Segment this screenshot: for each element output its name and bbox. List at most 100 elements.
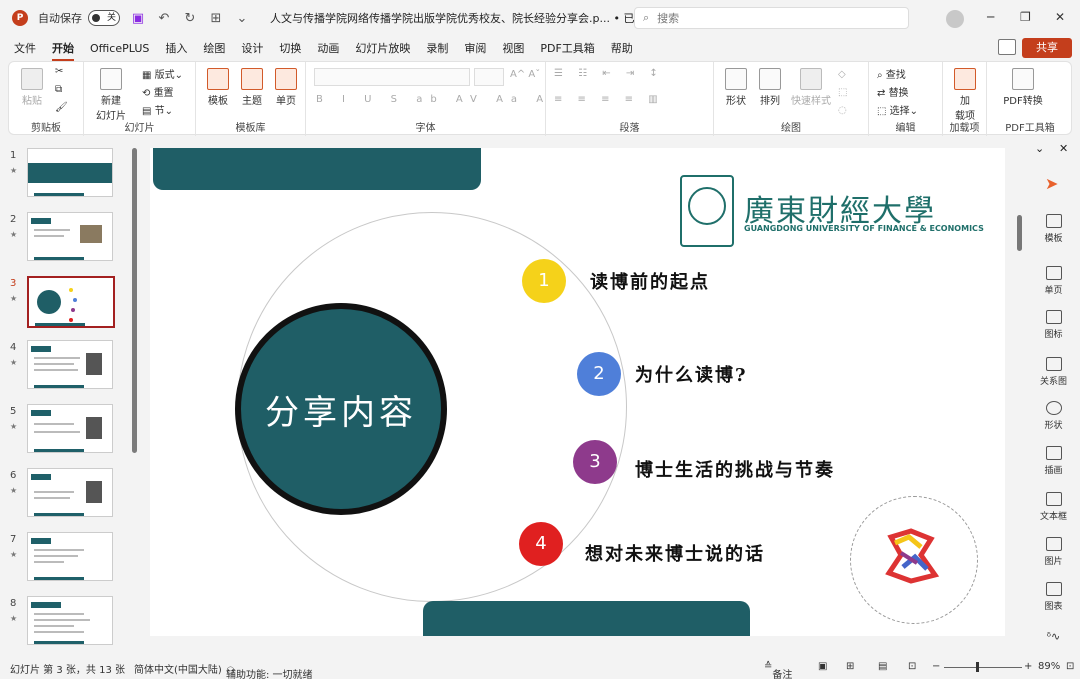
pane-item-template[interactable]: 模板 — [1027, 214, 1080, 244]
slide-canvas[interactable]: 分享内容 1 读博前的起点 2 为什么读博? 3 博士生活的挑战与节奏 4 想对… — [150, 148, 1005, 636]
tab-transitions[interactable]: 切换 — [271, 40, 309, 56]
font-size-select[interactable] — [474, 68, 504, 86]
paragraph-group-label: 段落 — [619, 123, 640, 134]
pane-item-shapes[interactable]: 形状 — [1027, 401, 1080, 431]
thumbnail-slide-8[interactable]: 8 ★ — [0, 596, 140, 652]
language-indicator[interactable]: 简体中文(中国大陆) — [134, 661, 222, 676]
thumbnail-slide-7[interactable]: 7 ★ — [0, 532, 140, 588]
item-label-4[interactable]: 想对未来博士说的话 — [585, 540, 765, 566]
item-label-2[interactable]: 为什么读博? — [635, 361, 748, 387]
item-label-1[interactable]: 读博前的起点 — [590, 268, 710, 294]
single-page-button[interactable]: 单页 — [272, 68, 300, 107]
replace-button[interactable]: ⇄ 替换 — [877, 84, 909, 99]
section-button[interactable]: ▤ 节⌄ — [142, 102, 173, 117]
slideshow-icon[interactable]: ⊡ — [908, 661, 916, 672]
thumbnail-slide-2[interactable]: 2 ★ — [0, 212, 140, 268]
thumbnail-slide-3[interactable]: 3 ★ — [0, 276, 140, 332]
autosave-toggle[interactable]: 关 — [88, 10, 120, 26]
pane-more-icon[interactable]: ᵟ∿ — [1027, 630, 1080, 647]
avatar[interactable] — [946, 10, 964, 28]
item-number-2: 2 — [577, 352, 621, 396]
template-button[interactable]: 模板 — [204, 68, 232, 107]
present-icon[interactable]: ⊞ — [208, 11, 224, 26]
theme-icon — [241, 68, 263, 90]
item-number-3: 3 — [573, 440, 617, 484]
center-title-circle[interactable]: 分享内容 — [235, 303, 447, 515]
slide-scrollbar[interactable] — [1017, 215, 1022, 251]
shape-button[interactable]: 形状 — [722, 68, 750, 107]
customize-qat-icon[interactable]: ⌄ — [234, 11, 250, 26]
pane-item-diagram[interactable]: 关系图 — [1027, 357, 1080, 387]
redo-icon[interactable]: ↻ — [182, 11, 198, 26]
copy-icon[interactable]: ⧉ — [55, 84, 62, 95]
list-icons[interactable]: ☰ ☷ ⇤ ⇥ ↕ — [554, 68, 664, 79]
tab-record[interactable]: 录制 — [418, 40, 456, 56]
tab-review[interactable]: 审阅 — [456, 40, 494, 56]
restore-button[interactable]: ❐ — [1020, 10, 1031, 24]
minimize-button[interactable]: ─ — [987, 10, 994, 24]
pane-item-textbox[interactable]: 文本框 — [1027, 492, 1080, 522]
slide-sorter-icon[interactable]: ⊞ — [846, 661, 854, 672]
tab-animations[interactable]: 动画 — [309, 40, 347, 56]
format-painter-icon[interactable]: 🖌 — [55, 102, 68, 113]
chevron-down-icon[interactable]: ⌄ — [1035, 142, 1044, 155]
zoom-level[interactable]: 89% — [1038, 661, 1060, 672]
pane-item-single-page[interactable]: 单页 — [1027, 266, 1080, 296]
tab-file[interactable]: 文件 — [6, 40, 44, 56]
pane-item-chart[interactable]: 图表 — [1027, 582, 1080, 612]
tab-officeplus[interactable]: OfficePLUS — [82, 42, 157, 55]
tab-view[interactable]: 视图 — [494, 40, 532, 56]
share-button[interactable]: 共享 — [1022, 38, 1072, 58]
align-icons[interactable]: ≡ ≡ ≡ ≡ ▥ — [554, 94, 664, 105]
layout-button[interactable]: ▦ 版式⌄ — [142, 66, 183, 81]
reset-button[interactable]: ⟲ 重置 — [142, 84, 174, 99]
arrange-button[interactable]: 排列 — [756, 68, 784, 107]
save-icon[interactable]: ▣ — [130, 11, 146, 26]
tab-help[interactable]: 帮助 — [603, 40, 641, 56]
pane-item-illustration[interactable]: 插画 — [1027, 446, 1080, 476]
zoom-out-icon[interactable]: − — [932, 661, 940, 672]
tab-design[interactable]: 设计 — [233, 40, 271, 56]
close-button[interactable]: ✕ — [1055, 10, 1065, 24]
icons-icon — [1045, 310, 1062, 324]
addins-button[interactable]: 加 载项 — [951, 68, 979, 122]
font-group-label: 字体 — [415, 123, 436, 134]
search-input[interactable]: ⌕ 搜索 — [634, 7, 909, 29]
officeplus-side-pane: ⌄ ✕ ➤ 模板 单页 图标 关系图 形状 插画 文本框 图片 图表 ᵟ∿ — [1027, 140, 1080, 656]
reading-view-icon[interactable]: ▤ — [878, 661, 887, 672]
notes-button[interactable]: ≙ 备注 — [764, 661, 792, 679]
shape-format-icons[interactable]: ◇ ⬚ ◌ — [838, 66, 847, 120]
zoom-slider-thumb[interactable] — [976, 662, 979, 672]
quick-style-button[interactable]: 快速样式 — [790, 68, 832, 107]
cut-icon[interactable]: ✂ — [55, 66, 63, 77]
thumbnail-slide-4[interactable]: 4 ★ — [0, 340, 140, 396]
fit-to-window-icon[interactable]: ⊡ — [1066, 661, 1074, 672]
thumbnail-slide-1[interactable]: 1 ★ — [0, 148, 140, 204]
theme-button[interactable]: 主题 — [238, 68, 266, 107]
font-family-select[interactable] — [314, 68, 470, 86]
zoom-in-icon[interactable]: + — [1024, 661, 1032, 672]
thumbnail-slide-5[interactable]: 5 ★ — [0, 404, 140, 460]
paste-button[interactable]: 粘贴 — [17, 68, 47, 107]
tab-home[interactable]: 开始 — [44, 40, 82, 61]
tab-pdf-tools[interactable]: PDF工具箱 — [532, 40, 602, 56]
thumbnails-scrollbar[interactable] — [132, 148, 137, 453]
new-slide-button[interactable]: 新建 幻灯片 — [94, 68, 128, 122]
tab-slideshow[interactable]: 幻灯片放映 — [347, 40, 418, 56]
comments-icon[interactable] — [998, 39, 1016, 55]
zoom-slider[interactable] — [944, 667, 1022, 668]
pdf-convert-button[interactable]: PDF转换 — [997, 68, 1049, 107]
pane-item-picture[interactable]: 图片 — [1027, 537, 1080, 567]
font-format-icons[interactable]: B I U S ab AV Aa A — [316, 94, 551, 105]
pane-item-icons[interactable]: 图标 — [1027, 310, 1080, 340]
thumbnail-slide-6[interactable]: 6 ★ — [0, 468, 140, 524]
tab-insert[interactable]: 插入 — [157, 40, 195, 56]
close-pane-icon[interactable]: ✕ — [1059, 142, 1068, 155]
undo-icon[interactable]: ↶ — [156, 11, 172, 26]
item-label-3[interactable]: 博士生活的挑战与节奏 — [635, 456, 835, 482]
normal-view-icon[interactable]: ▣ — [818, 661, 827, 672]
tab-draw[interactable]: 绘图 — [195, 40, 233, 56]
select-button[interactable]: ⬚ 选择⌄ — [877, 102, 918, 117]
grow-font-icon[interactable]: A^ Aˇ — [510, 69, 540, 80]
find-button[interactable]: ⌕ 查找 — [877, 66, 906, 81]
